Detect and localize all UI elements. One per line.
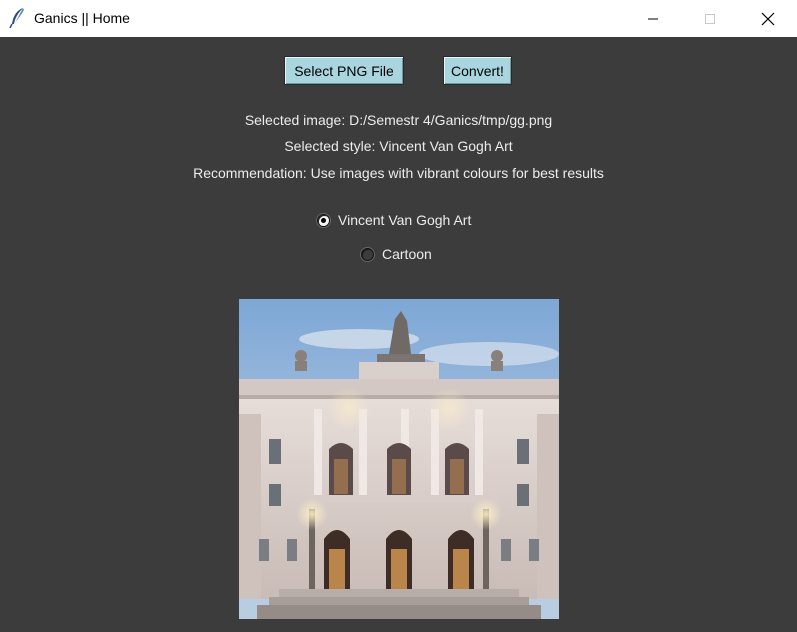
radio-dot bbox=[321, 217, 326, 223]
radio-cartoon[interactable]: Cartoon bbox=[361, 246, 432, 262]
feather-icon bbox=[9, 7, 27, 29]
title-bar: Ganics || Home bbox=[0, 0, 797, 37]
convert-button[interactable]: Convert! bbox=[443, 56, 512, 85]
select-png-file-button[interactable]: Select PNG File bbox=[284, 56, 404, 85]
radio-indicator[interactable] bbox=[361, 247, 374, 261]
close-icon bbox=[761, 12, 775, 25]
image-preview bbox=[239, 299, 559, 619]
radio-label-van-gogh: Vincent Van Gogh Art bbox=[338, 212, 472, 228]
radio-label-cartoon: Cartoon bbox=[382, 246, 432, 262]
selected-style-label: Selected style: Vincent Van Gogh Art bbox=[284, 138, 513, 154]
window-title: Ganics || Home bbox=[34, 10, 130, 26]
selected-image-label: Selected image: D:/Semestr 4/Ganics/tmp/… bbox=[244, 112, 553, 128]
maximize-button[interactable] bbox=[681, 0, 739, 37]
recommendation-label: Recommendation: Use images with vibrant … bbox=[193, 165, 604, 181]
close-button[interactable] bbox=[739, 0, 797, 37]
radio-indicator-checked[interactable] bbox=[317, 213, 330, 227]
minimize-icon bbox=[648, 18, 658, 19]
minimize-button[interactable] bbox=[624, 0, 682, 37]
radio-vincent-van-gogh-art[interactable]: Vincent Van Gogh Art bbox=[317, 212, 471, 228]
main-panel: Select PNG File Convert! Selected image:… bbox=[0, 37, 797, 632]
maximize-icon bbox=[705, 13, 715, 24]
